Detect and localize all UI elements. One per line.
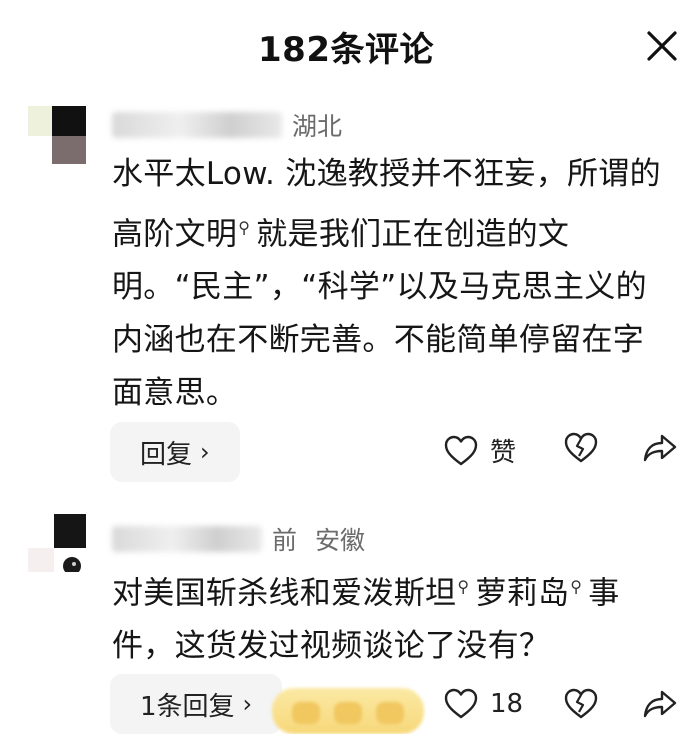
- dislike-button[interactable]: [564, 688, 598, 720]
- comment-meta: 湖北: [112, 108, 342, 142]
- share-button[interactable]: [642, 432, 678, 464]
- comment-meta: 前 安徽: [112, 522, 365, 556]
- search-icon[interactable]: ⚲: [570, 560, 582, 613]
- reply-button[interactable]: 1条回复 ›: [110, 674, 283, 734]
- share-icon: [643, 434, 677, 462]
- username[interactable]: [112, 112, 282, 138]
- like-count: 18: [490, 689, 524, 719]
- username[interactable]: [112, 526, 262, 552]
- search-icon[interactable]: ⚲: [238, 201, 250, 254]
- chevron-right-icon: ›: [200, 438, 210, 466]
- blurred-sticker: [272, 688, 424, 734]
- location-label: 安徽: [315, 526, 366, 555]
- chevron-right-icon: ›: [242, 690, 253, 718]
- like-button[interactable]: 18: [444, 688, 523, 720]
- like-label: 赞: [490, 438, 517, 468]
- heart-icon: [444, 435, 478, 465]
- like-button[interactable]: 赞: [444, 432, 516, 469]
- reply-button[interactable]: 回复 ›: [110, 422, 240, 482]
- comment-item: 湖北 水平太Low. 沈逸教授并不狂妄，所谓的高阶文明⚲ 就是我们正在创造的文明。…: [0, 100, 692, 482]
- dislike-button[interactable]: [564, 432, 598, 464]
- avatar[interactable]: [28, 514, 86, 572]
- time-label: 前: [272, 526, 298, 555]
- comment-text: 水平太Low. 沈逸教授并不狂妄，所谓的高阶文明⚲ 就是我们正在创造的文明。“民主…: [112, 156, 661, 412]
- share-icon: [643, 690, 677, 718]
- avatar[interactable]: [28, 106, 86, 164]
- comment-text: 对美国斩杀线和爱泼斯坦⚲ 萝莉岛⚲ 事件，这货发过视频谈论了没有？: [112, 560, 672, 673]
- heart-icon: [444, 688, 478, 719]
- share-button[interactable]: [642, 688, 678, 720]
- comments-count-title: 182条评论: [258, 30, 434, 70]
- broken-heart-icon: [564, 688, 598, 719]
- location-label: 湖北: [292, 112, 343, 141]
- close-icon[interactable]: [640, 24, 684, 68]
- search-icon[interactable]: ⚲: [457, 560, 469, 613]
- comments-header: 182条评论: [0, 0, 692, 92]
- broken-heart-icon: [564, 432, 598, 463]
